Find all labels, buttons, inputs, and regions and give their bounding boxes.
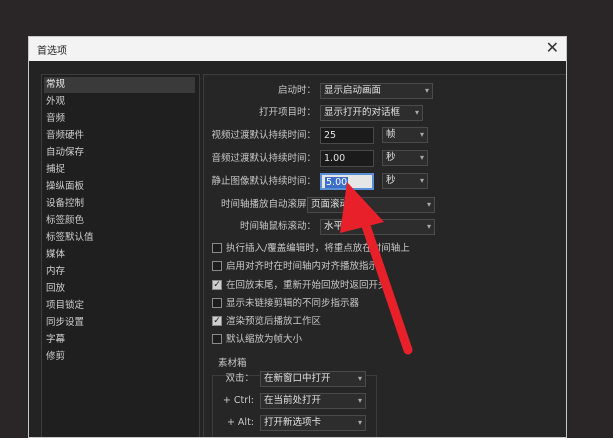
annotation-arrow-head bbox=[340, 182, 384, 233]
annotation-arrow-shaft bbox=[355, 203, 413, 355]
annotation-arrow-icon bbox=[340, 182, 413, 355]
